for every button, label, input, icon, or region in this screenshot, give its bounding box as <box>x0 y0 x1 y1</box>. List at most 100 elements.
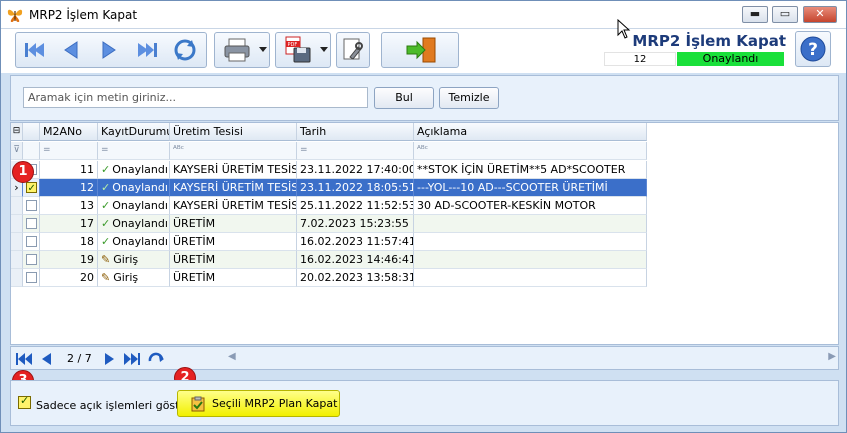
print-dropdown[interactable] <box>257 35 269 65</box>
filter-icon: ⊽ <box>11 142 23 160</box>
record-grid: ⊟ M2ANo KayıtDurumu Üretim Tesisi Tarih … <box>10 122 839 345</box>
column-header-no[interactable]: M2ANo <box>40 123 98 141</box>
table-row[interactable]: 19 ✎ Giriş ÜRETİM 16.02.2023 14:46:41 <box>11 251 647 269</box>
navigation-group <box>15 32 207 68</box>
cell-status: ✎ Giriş <box>98 269 170 287</box>
cell-status: ✎ Giriş <box>98 251 170 269</box>
first-icon <box>25 43 44 57</box>
filter-status[interactable]: = <box>98 142 170 160</box>
cell-facility: ÜRETİM <box>170 251 297 269</box>
row-checkbox[interactable] <box>25 218 37 229</box>
cell-date: 16.02.2023 14:46:41 <box>297 251 414 269</box>
filter-row: ⊽ = = ᴬᴮᶜ = ᴬᴮᶜ <box>11 142 647 160</box>
row-checkbox[interactable] <box>25 272 37 283</box>
table-row[interactable]: ›12✓OnaylandıKAYSERİ ÜRETİM TESİSİ23.11.… <box>11 179 647 197</box>
page-title: MRP2 İşlem Kapat <box>632 32 786 50</box>
main-window: MRP2 İşlem Kapat ▬ ▭ ✕ PDF MRP2 İşlem Ka… <box>0 0 847 433</box>
page-indicator: 2 / 7 <box>67 352 92 365</box>
row-checkbox-cell[interactable] <box>23 233 40 251</box>
cell-date: 23.11.2022 17:40:00 <box>297 161 414 179</box>
filter-no[interactable]: = <box>40 142 98 160</box>
cell-description: **STOK İÇİN ÜRETİM**5 AD*SCOOTER <box>414 161 647 179</box>
cell-description <box>414 269 647 287</box>
row-indicator <box>11 251 23 269</box>
exit-group <box>381 32 459 68</box>
row-checkbox-cell[interactable] <box>23 251 40 269</box>
table-row[interactable]: 13 ✓ Onaylandı KAYSERİ ÜRETİM TESİSİ 25.11.2… <box>11 197 647 215</box>
table-row[interactable]: 17 ✓ Onaylandı ÜRETİM 7.02.2023 15:23:55 <box>11 215 647 233</box>
cell-status: ✓ Onaylandı <box>98 161 170 179</box>
cell-status: ✓ Onaylandı <box>98 233 170 251</box>
prev-page-icon[interactable] <box>37 351 55 367</box>
cell-no: 17 <box>40 215 98 233</box>
filter-checkbox-cell <box>23 142 40 160</box>
cell-no: 20 <box>40 269 98 287</box>
row-indicator <box>11 215 23 233</box>
cell-date: 23.11.2022 18:05:51 <box>297 179 414 197</box>
scroll-left-icon[interactable]: ◀ <box>228 351 236 362</box>
scroll-right-icon[interactable]: ▶ <box>828 351 836 362</box>
table-row[interactable]: 20 ✎ Giriş ÜRETİM 20.02.2023 13:58:31 <box>11 269 647 287</box>
column-header-date[interactable]: Tarih <box>297 123 414 141</box>
next-page-icon[interactable] <box>101 351 119 367</box>
row-checkbox-cell[interactable] <box>23 197 40 215</box>
print-button[interactable] <box>217 35 257 65</box>
check-icon: ✓ <box>101 217 111 230</box>
cell-status: ✓ Onaylandı <box>98 197 170 215</box>
check-icon: ✓ <box>101 199 111 212</box>
horizontal-scrollbar[interactable]: ◀ ▶ <box>226 350 838 366</box>
close-button[interactable]: ✕ <box>803 6 837 23</box>
cell-facility: ÜRETİM <box>170 233 297 251</box>
row-checkbox[interactable] <box>25 200 37 211</box>
table-row[interactable]: 18 ✓ Onaylandı ÜRETİM 16.02.2023 11:57:41 <box>11 233 647 251</box>
cell-facility: KAYSERİ ÜRETİM TESİSİ <box>170 179 297 197</box>
clear-button[interactable]: Temizle <box>439 87 499 109</box>
first-record-button[interactable] <box>18 35 52 65</box>
row-checkbox-cell[interactable] <box>23 269 40 287</box>
search-panel: Bul Temizle <box>10 75 839 121</box>
row-checkbox[interactable] <box>25 254 37 265</box>
last-record-button[interactable] <box>130 35 164 65</box>
refresh-button[interactable] <box>168 35 202 65</box>
table-row[interactable]: 11 ✓ Onaylandı KAYSERİ ÜRETİM TESİSİ 23.11.2… <box>11 161 647 179</box>
refresh-page-icon[interactable] <box>147 351 165 367</box>
row-checkbox[interactable] <box>25 236 37 247</box>
settings-icon <box>343 38 363 60</box>
window-title: MRP2 İşlem Kapat <box>29 8 138 22</box>
open-only-checkbox[interactable] <box>18 394 31 409</box>
help-button[interactable]: ? <box>795 31 831 67</box>
cell-date: 7.02.2023 15:23:55 <box>297 215 414 233</box>
column-header-status[interactable]: KayıtDurumu <box>98 123 170 141</box>
search-button[interactable]: Bul <box>374 87 434 109</box>
filter-facility[interactable]: ᴬᴮᶜ <box>170 142 297 160</box>
cell-no: 18 <box>40 233 98 251</box>
bottom-panel: Sadece açık işlemleri göster Seçili MRP2… <box>10 380 839 426</box>
exit-button[interactable] <box>402 35 440 65</box>
export-dropdown[interactable] <box>318 35 330 65</box>
settings-button[interactable] <box>337 35 369 65</box>
column-header-facility[interactable]: Üretim Tesisi <box>170 123 297 141</box>
column-header-description[interactable]: Açıklama <box>414 123 647 141</box>
first-page-icon[interactable] <box>15 351 33 367</box>
mouse-cursor-icon <box>617 19 631 39</box>
chevron-down-icon <box>259 47 267 52</box>
row-checkbox[interactable] <box>25 180 37 196</box>
next-record-button[interactable] <box>92 35 126 65</box>
row-checkbox-cell[interactable] <box>23 215 40 233</box>
status-text: Onaylandı <box>112 217 168 230</box>
close-plan-button[interactable]: Seçili MRP2 Plan Kapat <box>177 390 340 417</box>
cell-facility: ÜRETİM <box>170 269 297 287</box>
cell-facility: KAYSERİ ÜRETİM TESİSİ <box>170 161 297 179</box>
header-checkbox[interactable] <box>23 123 40 141</box>
filter-description[interactable]: ᴬᴮᶜ <box>414 142 647 160</box>
maximize-button[interactable]: ▭ <box>772 6 798 23</box>
last-page-icon[interactable] <box>123 351 141 367</box>
column-chooser-icon[interactable]: ⊟ <box>11 123 23 141</box>
prev-record-button[interactable] <box>54 35 88 65</box>
pdf-save-button[interactable]: PDF <box>278 35 318 65</box>
filter-date[interactable]: = <box>297 142 414 160</box>
check-icon: ✓ <box>101 235 111 248</box>
cell-status: ✓ Onaylandı <box>98 179 170 197</box>
search-input[interactable] <box>23 87 368 108</box>
minimize-button[interactable]: ▬ <box>742 6 768 23</box>
